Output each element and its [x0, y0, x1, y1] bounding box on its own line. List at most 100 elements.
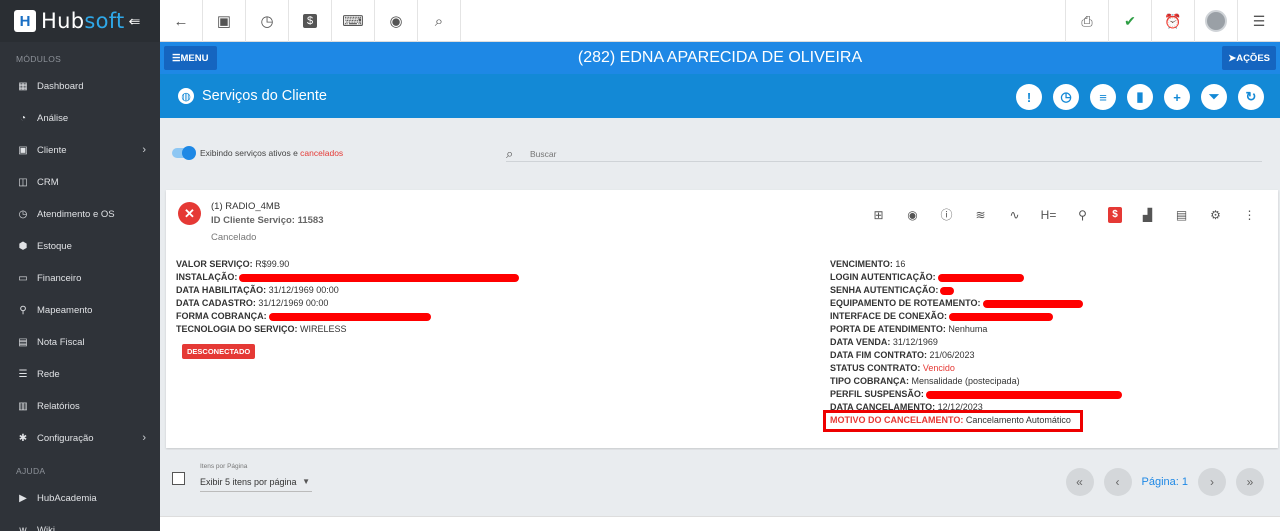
canceled-status-icon: ✕	[178, 202, 201, 225]
alarm-icon[interactable]: ⏰	[1151, 0, 1194, 42]
sidebar-item-rede[interactable]: ☰ Rede	[0, 358, 160, 390]
sidebar-section-title: MÓDULOS	[16, 54, 62, 64]
sidebar-item-label: Atendimento e OS	[37, 208, 115, 220]
add-icon[interactable]: +	[1164, 84, 1190, 110]
avatar	[1205, 10, 1227, 32]
alert-icon[interactable]: !	[1016, 84, 1042, 110]
redaction-mark	[982, 299, 1083, 308]
gear-icon: ✱	[18, 432, 28, 444]
toggle-label: Exibindo serviços ativos e cancelados	[200, 148, 344, 158]
field-row: FORMA COBRANÇA:	[176, 310, 519, 323]
back-icon[interactable]: ←	[160, 0, 203, 42]
field-value: 31/12/1969 00:00	[266, 285, 339, 295]
field-row: VENCIMENTO: 16	[830, 258, 1122, 271]
invoice-icon: ▤	[18, 336, 28, 348]
money-icon[interactable]: $	[289, 0, 332, 42]
brand[interactable]: H Hubsoft ⇚	[0, 0, 160, 42]
field-row: DATA CADASTRO: 31/12/1969 00:00	[176, 297, 519, 310]
eye-icon[interactable]: ◉	[375, 0, 418, 42]
sidebar-item-configura-o[interactable]: ✱ Configuração ›	[0, 422, 160, 454]
show-canceled-toggle[interactable]	[172, 146, 196, 160]
field-key: FORMA COBRANÇA:	[176, 311, 267, 321]
field-row: DATA VENDA: 31/12/1969	[830, 336, 1122, 349]
signature-icon[interactable]: ∿	[1006, 208, 1023, 222]
field-row: TECNOLOGIA DO SERVIÇO: WIRELESS	[176, 323, 519, 336]
analysis-icon: ◔	[19, 112, 27, 124]
refresh-icon[interactable]: ↻	[1238, 84, 1264, 110]
field-key: PORTA DE ATENDIMENTO:	[830, 324, 946, 334]
menu-list-icon[interactable]: ☰	[1237, 0, 1280, 42]
document-icon[interactable]: ▮	[1127, 84, 1153, 110]
redaction-mark	[937, 273, 1024, 282]
chevron-right-icon: ›	[142, 144, 146, 156]
sidebar-item-label: Estoque	[37, 240, 72, 252]
network-tree-icon[interactable]: ⊞	[870, 208, 887, 222]
filter-icon[interactable]: ⏷	[1201, 84, 1227, 110]
sidebar-item-estoque[interactable]: ⬢ Estoque	[0, 230, 160, 262]
header-icon[interactable]: H=	[1040, 208, 1057, 222]
map-pin-icon[interactable]: ⚲	[1074, 208, 1091, 222]
field-row: TIPO COBRANÇA: Mensalidade (postecipada)	[830, 375, 1122, 388]
next-page-button[interactable]: ›	[1198, 468, 1226, 496]
user-avatar[interactable]	[1194, 0, 1237, 42]
sidebar-item-cliente[interactable]: ▣ Cliente ›	[0, 134, 160, 166]
redaction-mark	[940, 286, 955, 295]
sidebar-item-relat-rios[interactable]: ▥ Relatórios	[0, 390, 160, 422]
crm-icon: ◫	[18, 176, 28, 188]
pagination-footer: Itens por Página Exibir 5 itens por pági…	[160, 450, 1280, 516]
calendar-clock-icon[interactable]: ◷	[246, 0, 289, 42]
search-input[interactable]	[530, 148, 1230, 159]
sidebar-item-crm[interactable]: ◫ CRM	[0, 166, 160, 198]
chart-icon[interactable]: ▟	[1139, 208, 1156, 222]
topbar: ← ▣ ◷ $ ⌨ ◉ ⌕ ⎙ ✔ ⏰ ☰	[160, 0, 1280, 42]
info-icon[interactable]: ⓘ	[938, 206, 955, 223]
sidebar-item-nota-fiscal[interactable]: ▤ Nota Fiscal	[0, 326, 160, 358]
sidebar-item-mapeamento[interactable]: ⚲ Mapeamento	[0, 294, 160, 326]
contact-icon[interactable]: ▣	[203, 0, 246, 42]
per-page-select[interactable]: Exibir 5 itens por página ▼	[200, 476, 312, 492]
sidebar-item-label: Dashboard	[37, 80, 84, 92]
check-icon[interactable]: ✔	[1108, 0, 1151, 42]
sidebar-item-financeiro[interactable]: ▭ Financeiro	[0, 262, 160, 294]
services-header: ◍ Serviços do Cliente ! ◷ ≡ ▮ + ⏷ ↻	[160, 74, 1280, 118]
sidebar-item-wiki[interactable]: w Wiki	[0, 514, 160, 531]
more-vert-icon[interactable]: ⋮	[1241, 208, 1258, 222]
eye-icon[interactable]: ◉	[904, 208, 921, 222]
menu-button[interactable]: ☰MENU	[164, 46, 217, 70]
search-icon: ⌕	[506, 145, 514, 161]
money-icon[interactable]: $	[1108, 206, 1122, 223]
select-all-checkbox[interactable]	[172, 472, 185, 485]
field-key: INTERFACE DE CONEXÃO:	[830, 311, 948, 321]
sidebar-item-dashboard[interactable]: ▦ Dashboard	[0, 70, 160, 102]
list-icon[interactable]: ≡	[1090, 84, 1116, 110]
pdf-icon[interactable]: ⎙	[1065, 0, 1108, 42]
filter-row: Exibindo serviços ativos e cancelados ⌕	[160, 118, 1280, 190]
search-icon[interactable]: ⌕	[418, 0, 461, 42]
field-key: TIPO COBRANÇA:	[830, 376, 909, 386]
terminal-icon[interactable]: ⌨	[332, 0, 375, 42]
sidebar-item-an-lise[interactable]: ◔ Análise	[0, 102, 160, 134]
services-actions: ! ◷ ≡ ▮ + ⏷ ↻	[1016, 84, 1264, 110]
last-page-button[interactable]: »	[1236, 468, 1264, 496]
first-page-button[interactable]: «	[1065, 468, 1094, 496]
sidebar-item-label: Financeiro	[37, 272, 82, 284]
calendar-clock-icon[interactable]: ◷	[1053, 84, 1079, 110]
sidebar-nav: MÓDULOS ▦ Dashboard ◔ Análise ▣ Cliente › ◫ CRM ◷ A…	[0, 42, 160, 531]
field-row: PERFIL SUSPENSÃO:	[830, 388, 1122, 401]
field-key: INSTALAÇÃO:	[176, 272, 238, 282]
sidebar-item-label: Cliente	[37, 144, 67, 156]
wifi-icon[interactable]: ≋	[972, 208, 989, 222]
reports-icon: ▥	[18, 400, 28, 412]
sidebar-item-hubacademia[interactable]: ▶ HubAcademia	[0, 482, 160, 514]
gear-icon[interactable]: ⚙	[1207, 208, 1224, 222]
sidebar-item-label: CRM	[37, 176, 59, 188]
brand-name: Hubsoft	[41, 9, 125, 33]
prev-page-button[interactable]: ‹	[1103, 468, 1132, 496]
sidebar-item-atendimento-e-os[interactable]: ◷ Atendimento e OS	[0, 198, 160, 230]
cancel-reason-highlight	[823, 410, 1083, 432]
actions-button[interactable]: ➤AÇÕES	[1222, 46, 1276, 70]
per-page-label: Itens por Página	[200, 463, 248, 470]
disconnected-badge: DESCONECTADO	[182, 344, 256, 359]
notes-icon[interactable]: ▤	[1173, 208, 1190, 222]
collapse-sidebar-icon[interactable]: ⇚	[129, 13, 141, 30]
